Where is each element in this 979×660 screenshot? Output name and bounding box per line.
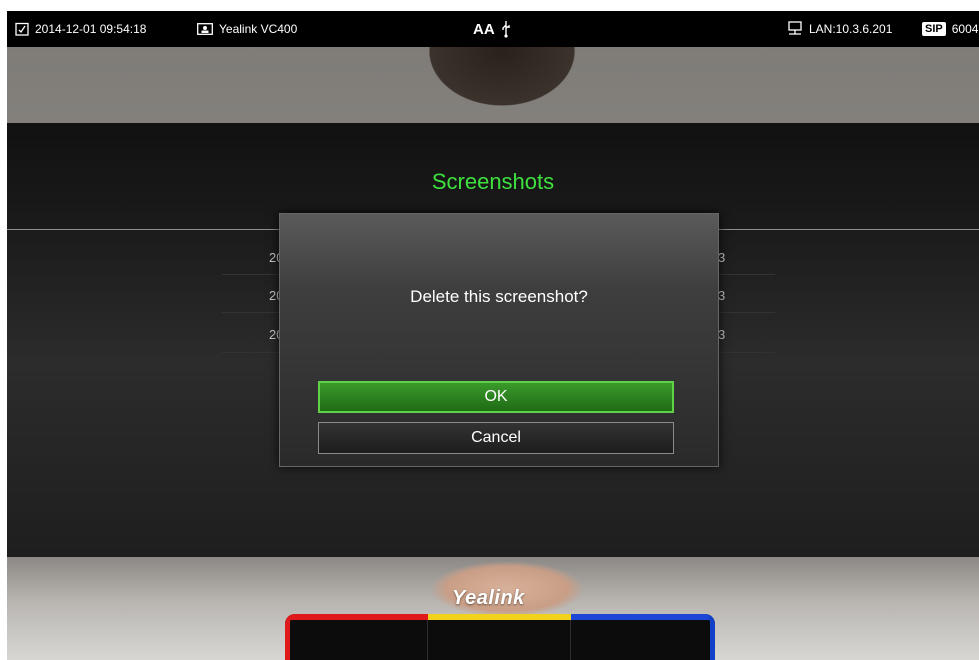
list-item-2-right[interactable]: 3 [718,288,725,303]
softkey-blue-color [571,614,715,620]
list-item-1-right[interactable]: 3 [718,250,725,265]
dialog-message: Delete this screenshot? [410,287,588,306]
yealink-logo: Yealink [452,587,525,609]
softkey-red-color [285,614,428,620]
softkey-red[interactable] [285,614,428,660]
sip-number: 6004 [951,22,979,36]
lan-item: LAN:10.3.6.201 [787,11,892,47]
datetime-item: 2014-12-01 09:54:18 [15,11,146,47]
calendar-icon [15,22,29,36]
lan-address: LAN:10.3.6.201 [809,22,893,36]
sip-badge: SIP [922,22,946,36]
softkey-yellow-color [428,614,571,620]
video-conference-screen: 2014-12-01 09:54:18 Yealink VC400 AA LAN… [7,11,979,660]
softkey-blue[interactable] [571,614,715,660]
panel-title: Screenshots [431,169,555,194]
ok-button[interactable]: OK [318,381,674,413]
delete-confirm-dialog: Delete this screenshot? OK Cancel [279,213,719,467]
list-item-3-right[interactable]: 3 [718,327,725,342]
font-size-indicator: AA [473,20,495,38]
status-bar: 2014-12-01 09:54:18 Yealink VC400 AA LAN… [7,11,979,47]
device-name: Yealink VC400 [219,22,298,36]
font-indicator-item: AA [473,11,511,47]
sip-item: SIP 6004 [922,11,978,47]
cancel-button[interactable]: Cancel [318,422,674,454]
usb-icon [501,20,511,38]
monitor-icon [197,23,213,35]
softkey-bar [285,614,715,660]
device-item: Yealink VC400 [197,11,297,47]
network-icon [787,21,803,37]
datetime-text: 2014-12-01 09:54:18 [35,22,147,36]
softkey-yellow[interactable] [428,614,571,660]
